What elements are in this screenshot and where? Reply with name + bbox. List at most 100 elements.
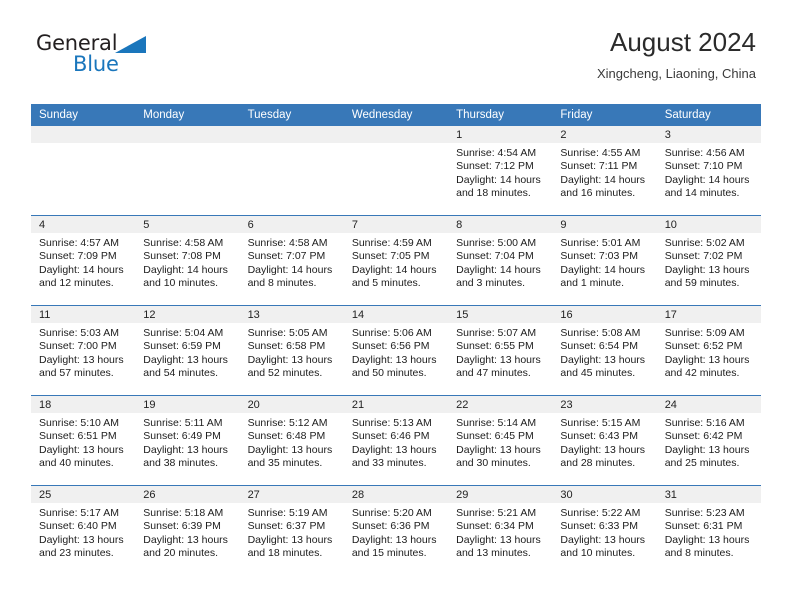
sunrise-text: Sunrise: 5:05 AM: [247, 327, 328, 339]
calendar-day-cell[interactable]: 11 Sunrise: 5:03 AM Sunset: 7:00 PM Dayligh…: [31, 306, 136, 395]
sunset-text: Sunset: 6:52 PM: [664, 340, 743, 353]
location-subtitle: Xingcheng, Liaoning, China: [596, 65, 756, 81]
daylight-text-line1: Daylight: 13 hours: [247, 533, 333, 546]
daylight-text-line2: and 47 minutes.: [456, 367, 531, 380]
calendar-day-cell[interactable]: 30 Sunrise: 5:22 AM Sunset: 6:33 PM Dayligh…: [552, 486, 657, 575]
calendar-day-cell[interactable]: 21 Sunrise: 5:13 AM Sunset: 6:46 PM Dayligh…: [343, 396, 449, 485]
weekday-header-sunday: Sunday: [31, 104, 136, 126]
sunset-text: Sunset: 6:43 PM: [560, 430, 639, 443]
sunrise-text: Sunrise: 5:09 AM: [664, 327, 745, 339]
calendar-day-cell[interactable]: 27 Sunrise: 5:19 AM Sunset: 6:37 PM Dayligh…: [239, 486, 344, 575]
sunrise-text: Sunrise: 5:14 AM: [456, 417, 537, 429]
sunset-text: Sunset: 7:02 PM: [664, 250, 743, 263]
weekday-header-thursday: Thursday: [448, 104, 553, 126]
calendar-day-cell[interactable]: 3 Sunrise: 4:56 AM Sunset: 7:10 PM Daylight…: [656, 126, 761, 215]
calendar-day-cell[interactable]: 8 Sunrise: 5:00 AM Sunset: 7:04 PM Daylight…: [448, 216, 553, 305]
sunset-text: Sunset: 6:46 PM: [351, 430, 430, 443]
day-details: Sunrise: 5:20 AM Sunset: 6:36 PM Daylight:…: [344, 503, 448, 561]
day-number: 14: [343, 306, 449, 323]
day-number: 22: [448, 396, 553, 413]
calendar-day-cell[interactable]: 25 Sunrise: 5:17 AM Sunset: 6:40 PM Dayligh…: [31, 486, 136, 575]
calendar-day-cell[interactable]: 28 Sunrise: 5:20 AM Sunset: 6:36 PM Dayligh…: [343, 486, 449, 575]
sunrise-text: Sunrise: 5:07 AM: [456, 327, 537, 339]
day-details: Sunrise: 5:18 AM Sunset: 6:39 PM Daylight:…: [135, 503, 239, 561]
day-details: Sunrise: 4:57 AM Sunset: 7:09 PM Daylight:…: [31, 233, 135, 291]
calendar-day-cell[interactable]: 1 Sunrise: 4:54 AM Sunset: 7:12 PM Daylight…: [448, 126, 553, 215]
calendar-day-cell[interactable]: 9 Sunrise: 5:01 AM Sunset: 7:03 PM Daylight…: [552, 216, 657, 305]
daylight-text-line1: Daylight: 14 hours: [456, 173, 541, 186]
day-details: Sunrise: 5:12 AM Sunset: 6:48 PM Daylight:…: [240, 413, 344, 471]
sunset-text: Sunset: 7:12 PM: [456, 160, 534, 173]
calendar-day-cell[interactable]: 18 Sunrise: 5:10 AM Sunset: 6:51 PM Dayligh…: [31, 396, 136, 485]
calendar-day-cell[interactable]: 22 Sunrise: 5:14 AM Sunset: 6:45 PM Dayligh…: [448, 396, 553, 485]
daylight-text-line2: and 8 minutes.: [664, 547, 734, 560]
day-details: Sunrise: 5:19 AM Sunset: 6:37 PM Daylight:…: [240, 503, 344, 561]
calendar-day-cell[interactable]: 26 Sunrise: 5:18 AM Sunset: 6:39 PM Dayligh…: [135, 486, 240, 575]
day-number: 15: [448, 306, 553, 323]
calendar-day-cell[interactable]: 13 Sunrise: 5:05 AM Sunset: 6:58 PM Dayligh…: [239, 306, 344, 395]
calendar-day-cell[interactable]: 4 Sunrise: 4:57 AM Sunset: 7:09 PM Daylight…: [31, 216, 136, 305]
calendar-day-cell[interactable]: 15 Sunrise: 5:07 AM Sunset: 6:55 PM Dayligh…: [448, 306, 553, 395]
calendar-day-cell[interactable]: 20 Sunrise: 5:12 AM Sunset: 6:48 PM Dayligh…: [239, 396, 344, 485]
sunset-text: Sunset: 6:36 PM: [351, 520, 430, 533]
daylight-text-line1: Daylight: 13 hours: [247, 353, 333, 366]
daylight-text-line2: and 30 minutes.: [456, 457, 531, 470]
calendar-day-cell[interactable]: 12 Sunrise: 5:04 AM Sunset: 6:59 PM Dayligh…: [135, 306, 240, 395]
calendar-day-cell[interactable]: 6 Sunrise: 4:58 AM Sunset: 7:07 PM Daylight…: [239, 216, 344, 305]
daylight-text-line1: Daylight: 13 hours: [456, 443, 541, 456]
calendar-day-cell[interactable]: 23 Sunrise: 5:15 AM Sunset: 6:43 PM Dayligh…: [552, 396, 657, 485]
daylight-text-line2: and 13 minutes.: [456, 547, 531, 560]
daylight-text-line2: and 42 minutes.: [664, 367, 740, 380]
sunset-text: Sunset: 7:11 PM: [560, 160, 638, 173]
daylight-text-line2: and 33 minutes.: [351, 457, 427, 470]
day-number: 6: [239, 216, 344, 233]
calendar-day-cell[interactable]: 24 Sunrise: 5:16 AM Sunset: 6:42 PM Dayligh…: [656, 396, 761, 485]
calendar-day-cell[interactable]: 17 Sunrise: 5:09 AM Sunset: 6:52 PM Dayligh…: [656, 306, 761, 395]
daylight-text-line2: and 20 minutes.: [143, 547, 218, 560]
weekday-header-tuesday: Tuesday: [239, 104, 344, 126]
day-details: Sunrise: 5:16 AM Sunset: 6:42 PM Daylight:…: [657, 413, 761, 471]
calendar-day-cell[interactable]: 16 Sunrise: 5:08 AM Sunset: 6:54 PM Dayligh…: [552, 306, 657, 395]
daylight-text-line1: Daylight: 13 hours: [39, 443, 124, 456]
sunrise-text: Sunrise: 4:58 AM: [143, 237, 224, 249]
daylight-text-line1: Daylight: 13 hours: [560, 353, 646, 366]
day-number: 5: [135, 216, 240, 233]
daylight-text-line2: and 18 minutes.: [456, 187, 531, 200]
calendar-day-cell[interactable]: 29 Sunrise: 5:21 AM Sunset: 6:34 PM Dayligh…: [448, 486, 553, 575]
day-details: Sunrise: 4:58 AM Sunset: 7:07 PM Daylight:…: [240, 233, 344, 291]
daylight-text-line1: Daylight: 13 hours: [456, 353, 541, 366]
day-details: Sunrise: 5:01 AM Sunset: 7:03 PM Daylight:…: [552, 233, 656, 291]
sunrise-text: Sunrise: 5:08 AM: [560, 327, 641, 339]
daylight-text-line2: and 15 minutes.: [351, 547, 427, 560]
calendar-day-cell[interactable]: 31 Sunrise: 5:23 AM Sunset: 6:31 PM Dayligh…: [656, 486, 761, 575]
daylight-text-line2: and 10 minutes.: [560, 547, 636, 560]
day-details: Sunrise: 5:06 AM Sunset: 6:56 PM Daylight:…: [344, 323, 448, 381]
calendar-day-cell[interactable]: 5 Sunrise: 4:58 AM Sunset: 7:08 PM Daylight…: [135, 216, 240, 305]
daylight-text-line2: and 45 minutes.: [560, 367, 636, 380]
daylight-text-line2: and 52 minutes.: [247, 367, 323, 380]
sunrise-text: Sunrise: 5:01 AM: [560, 237, 641, 249]
day-number: 10: [656, 216, 761, 233]
title-block: August 2024 Xingcheng, Liaoning, China: [597, 28, 756, 81]
daylight-text-line2: and 14 minutes.: [664, 187, 740, 200]
sunset-text: Sunset: 7:08 PM: [143, 250, 221, 263]
calendar-day-cell[interactable]: 7 Sunrise: 4:59 AM Sunset: 7:05 PM Daylight…: [343, 216, 449, 305]
sunrise-text: Sunrise: 5:10 AM: [39, 417, 119, 429]
daylight-text-line1: Daylight: 14 hours: [39, 263, 124, 276]
calendar-day-cell[interactable]: 19 Sunrise: 5:11 AM Sunset: 6:49 PM Dayligh…: [135, 396, 240, 485]
sunrise-text: Sunrise: 5:17 AM: [39, 507, 119, 519]
day-number: 3: [656, 126, 761, 143]
sunrise-text: Sunrise: 4:55 AM: [560, 147, 641, 159]
daylight-text-line2: and 35 minutes.: [247, 457, 323, 470]
sunrise-text: Sunrise: 5:12 AM: [247, 417, 328, 429]
daylight-text-line1: Daylight: 13 hours: [247, 443, 333, 456]
calendar-day-cell[interactable]: 10 Sunrise: 5:02 AM Sunset: 7:02 PM Dayligh…: [656, 216, 761, 305]
sunrise-text: Sunrise: 4:56 AM: [664, 147, 745, 159]
brand-logo[interactable]: General Blue: [36, 33, 186, 81]
calendar-day-cell[interactable]: 2 Sunrise: 4:55 AM Sunset: 7:11 PM Daylight…: [552, 126, 657, 215]
daylight-text-line2: and 59 minutes.: [664, 277, 740, 290]
daylight-text-line1: Daylight: 14 hours: [560, 263, 646, 276]
calendar-day-cell[interactable]: 14 Sunrise: 5:06 AM Sunset: 6:56 PM Dayligh…: [343, 306, 449, 395]
day-number: [239, 126, 344, 143]
calendar-body: 1 Sunrise: 4:54 AM Sunset: 7:12 PM Daylight…: [31, 126, 761, 575]
